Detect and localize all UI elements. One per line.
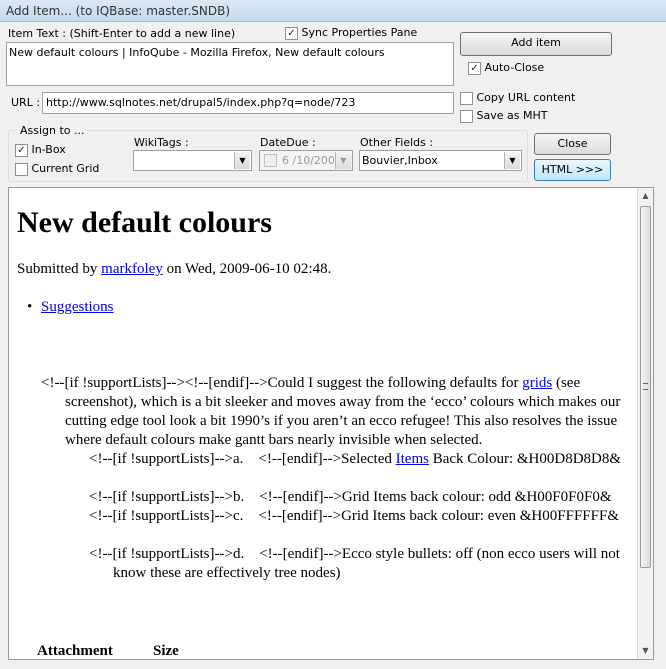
close-button[interactable]: Close: [534, 133, 611, 155]
scroll-up-icon[interactable]: ▲: [638, 188, 653, 204]
copy-url-checkbox[interactable]: Copy URL content: [460, 91, 575, 105]
chevron-down-icon[interactable]: ▼: [504, 152, 520, 169]
main-paragraph: <!--[if !supportLists]--><!--[endif]-->C…: [41, 374, 633, 450]
current-grid-label: Current Grid: [31, 162, 100, 175]
vertical-scrollbar[interactable]: ▲ ▼: [637, 188, 653, 659]
scroll-down-icon[interactable]: ▼: [638, 643, 653, 659]
item-a-post: Back Colour: &H00D8D8D8&: [428, 451, 622, 467]
window-title: Add Item... (to IQBase: master.SNDB): [6, 4, 231, 18]
save-mht-label: Save as MHT: [476, 109, 548, 122]
sync-properties-label: Sync Properties Pane: [301, 26, 418, 39]
scroll-thumb[interactable]: [640, 206, 651, 568]
other-fields-label: Other Fields :: [360, 136, 434, 149]
add-item-button[interactable]: Add item: [460, 32, 612, 56]
check-icon: ✓: [468, 61, 481, 75]
bullet-dot: •: [27, 299, 33, 315]
assign-group-title: Assign to ...: [18, 124, 87, 137]
items-link[interactable]: Items: [396, 451, 429, 467]
checkbox-box: [460, 109, 473, 123]
item-text-field[interactable]: New default colours | InfoQube - Mozilla…: [6, 42, 454, 86]
url-field[interactable]: http://www.sqlnotes.net/drupal5/index.ph…: [42, 92, 454, 114]
auto-close-checkbox[interactable]: ✓ Auto-Close: [468, 61, 544, 75]
check-icon: ✓: [285, 26, 298, 40]
submitted-suffix: on Wed, 2009-06-10 02:48.: [162, 261, 332, 277]
grip-icon: [643, 383, 648, 390]
auto-close-label: Auto-Close: [484, 61, 545, 74]
list-item-a: <!--[if !supportLists]-->a. <!--[endif]-…: [89, 450, 633, 469]
wikitags-label: WikiTags :: [134, 136, 189, 149]
wikitags-combo[interactable]: ▼: [133, 150, 252, 171]
checkbox-box: [460, 91, 473, 105]
item-a-pre: <!--[if !supportLists]-->a. <!--[endif]-…: [89, 451, 396, 467]
datedue-checkbox[interactable]: [264, 154, 277, 167]
grids-link[interactable]: grids: [522, 375, 552, 391]
list-item-c: <!--[if !supportLists]-->c. <!--[endif]-…: [89, 508, 619, 524]
checkbox-box: [15, 162, 28, 176]
check-icon: ✓: [15, 143, 28, 157]
sync-properties-checkbox[interactable]: ✓ Sync Properties Pane: [285, 26, 417, 40]
inbox-checkbox[interactable]: ✓ In-Box: [15, 143, 66, 157]
submitted-prefix: Submitted by: [17, 261, 102, 277]
html-preview-pane[interactable]: New default colours Submitted by markfol…: [8, 187, 654, 660]
size-column-header: Size: [153, 643, 179, 659]
author-link[interactable]: markfoley: [101, 261, 163, 277]
bullet-item: • Suggestions: [27, 298, 114, 317]
other-fields-combo[interactable]: Bouvier,Inbox ▼: [359, 150, 522, 171]
datedue-label: DateDue :: [260, 136, 316, 149]
list-item-d: <!--[if !supportLists]-->d. <!--[endif]-…: [89, 546, 624, 581]
save-mht-checkbox[interactable]: Save as MHT: [460, 109, 547, 123]
attachment-column-header: Attachment: [37, 643, 113, 659]
page-heading: New default colours: [17, 206, 272, 239]
inbox-label: In-Box: [31, 143, 66, 156]
title-bar: Add Item... (to IQBase: master.SNDB): [0, 0, 666, 22]
chevron-down-icon[interactable]: ▼: [234, 152, 250, 169]
datedue-value: 6 /10/200: [282, 154, 335, 167]
datedue-picker[interactable]: 6 /10/200 ▼: [259, 150, 353, 171]
item-text-label: Item Text : (Shift-Enter to add a new li…: [8, 27, 236, 40]
url-label: URL :: [11, 96, 41, 109]
paragraph-start: <!--[if !supportLists]--><!--[endif]-->C…: [41, 375, 523, 391]
chevron-down-icon[interactable]: ▼: [335, 152, 351, 169]
list-item-b: <!--[if !supportLists]-->b. <!--[endif]-…: [89, 489, 612, 505]
suggestions-link[interactable]: Suggestions: [41, 299, 114, 315]
other-fields-value: Bouvier,Inbox: [362, 154, 438, 167]
copy-url-label: Copy URL content: [476, 91, 576, 104]
html-toggle-button[interactable]: HTML >>>: [534, 159, 611, 181]
submitted-line: Submitted by markfoley on Wed, 2009-06-1…: [17, 260, 331, 279]
current-grid-checkbox[interactable]: Current Grid: [15, 162, 99, 176]
